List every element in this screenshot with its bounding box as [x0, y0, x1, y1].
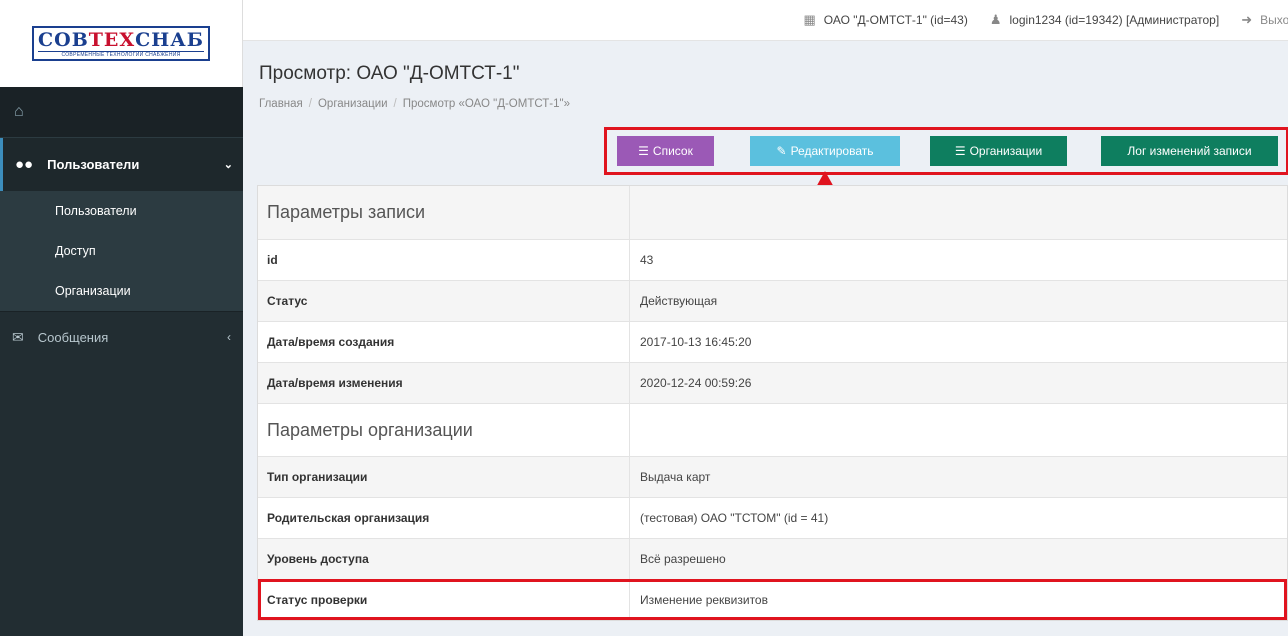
table-row-highlighted: Статус проверки Изменение реквизитов	[258, 579, 1287, 620]
table-row: Статус Действующая	[258, 280, 1287, 321]
change-log-button[interactable]: Лог изменений записи	[1101, 136, 1278, 166]
users-icon: ●●	[15, 156, 34, 173]
table-section-header: Параметры организации	[258, 403, 1287, 456]
table-row: Дата/время изменения 2020-12-24 00:59:26	[258, 362, 1287, 403]
home-icon: ⌂	[14, 103, 24, 120]
top-navbar: ▦ ОАО "Д-ОМТСТ-1" (id=43) ♟ login1234 (i…	[243, 0, 1288, 41]
sidebar-group-users: ●● Пользователи ⌄ Пользователи Доступ Ор…	[0, 138, 243, 311]
sidebar-item-messages[interactable]: ✉ Сообщения ‹	[0, 311, 243, 362]
table-row: Родительская организация (тестовая) ОАО …	[258, 497, 1287, 538]
table-row: id 43	[258, 239, 1287, 280]
main-content: Просмотр: ОАО "Д-ОМТСТ-1" Главная / Органи…	[243, 41, 1288, 636]
sidebar-item-users[interactable]: Пользователи	[0, 191, 243, 231]
chevron-left-icon: ‹	[227, 330, 231, 344]
action-buttons-highlight: ☰ Список ✎ Редактировать ☰ Организации Л…	[604, 127, 1288, 175]
logo: СОВТЕХСНАБ СОВРЕМЕННЫЕ ТЕХНОЛОГИИ СНАБЖЕ…	[32, 26, 210, 61]
sidebar-item-label: Пользователи	[55, 204, 137, 218]
sidebar-item-label: Доступ	[55, 244, 96, 258]
sidebar-item-access[interactable]: Доступ	[0, 231, 243, 271]
chevron-down-icon: ⌄	[223, 159, 233, 171]
list-button[interactable]: ☰ Список	[617, 136, 714, 166]
table-list-icon: ☰	[954, 144, 966, 158]
page-title: Просмотр: ОАО "Д-ОМТСТ-1"	[259, 63, 520, 84]
current-user[interactable]: ♟ login1234 (id=19342) [Администратор]	[990, 12, 1219, 28]
record-details-table: Параметры записи id 43 Статус Действующа…	[257, 185, 1288, 621]
edit-icon: ✎	[776, 144, 787, 158]
sidebar-home[interactable]: ⌂	[0, 87, 243, 138]
table-row: Дата/время создания 2017-10-13 16:45:20	[258, 321, 1287, 362]
breadcrumb-home[interactable]: Главная	[259, 98, 303, 110]
sidebar-item-label: Пользователи	[47, 157, 140, 172]
list-icon: ☰	[638, 144, 649, 158]
edit-button[interactable]: ✎ Редактировать	[750, 136, 900, 166]
table-row: Тип организации Выдача карт	[258, 456, 1287, 497]
sidebar-item-organizations[interactable]: Организации	[0, 271, 243, 311]
table-row: Уровень доступа Всё разрешено	[258, 538, 1287, 579]
sidebar-item-users-group[interactable]: ●● Пользователи ⌄	[0, 138, 243, 191]
current-organization[interactable]: ▦ ОАО "Д-ОМТСТ-1" (id=43)	[803, 12, 967, 28]
sidebar-item-label: Организации	[55, 284, 131, 298]
breadcrumb: Главная / Организации / Просмотр «ОАО "Д-ОМТ…	[259, 98, 571, 110]
sign-out-icon: ➜	[1241, 12, 1253, 27]
breadcrumb-organizations[interactable]: Организации	[318, 98, 388, 110]
breadcrumb-current: Просмотр «ОАО "Д-ОМТСТ-1"»	[402, 98, 571, 110]
envelope-icon: ✉	[12, 328, 24, 345]
sidebar-item-label: Сообщения	[37, 329, 109, 345]
logo-area[interactable]: СОВТЕХСНАБ СОВРЕМЕННЫЕ ТЕХНОЛОГИИ СНАБЖЕ…	[0, 0, 243, 87]
sidebar: СОВТЕХСНАБ СОВРЕМЕННЫЕ ТЕХНОЛОГИИ СНАБЖЕ…	[0, 0, 243, 636]
user-icon: ♟	[989, 12, 1002, 27]
organizations-button[interactable]: ☰ Организации	[930, 136, 1067, 166]
table-section-header: Параметры записи	[258, 186, 1287, 239]
logout-link[interactable]: ➜ Выход	[1241, 12, 1288, 28]
building-icon: ▦	[803, 12, 816, 27]
